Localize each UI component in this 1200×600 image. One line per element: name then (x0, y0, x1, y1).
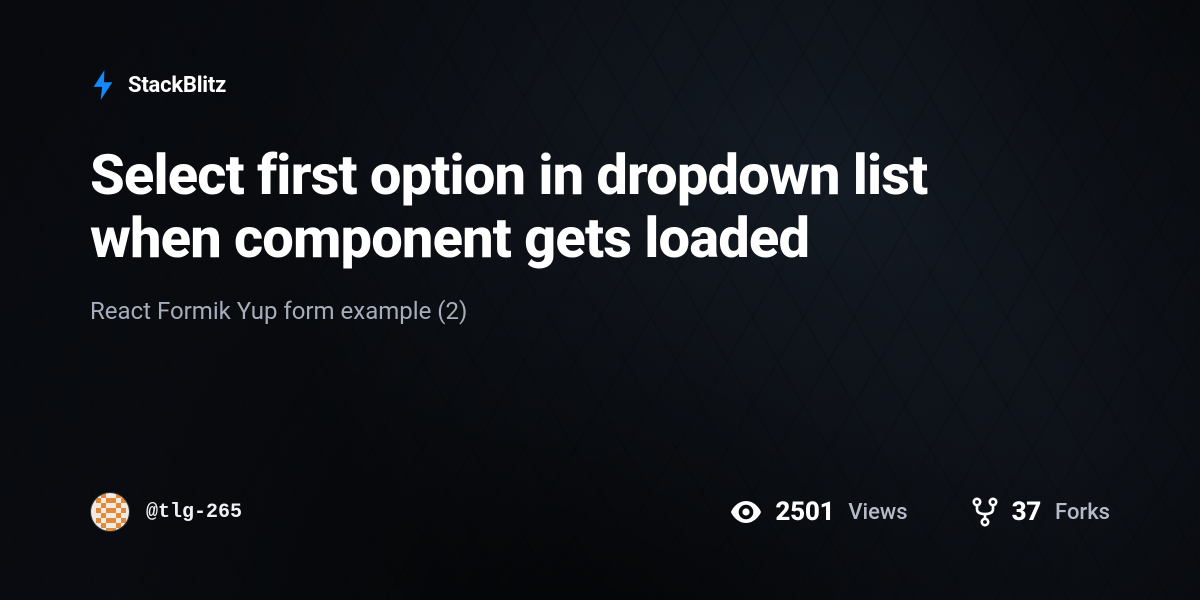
og-card: StackBlitz Select first option in dropdo… (0, 0, 1200, 600)
views-count: 2501 (775, 497, 834, 527)
project-subtitle: React Formik Yup form example (2) (90, 297, 1110, 325)
bolt-icon (90, 70, 116, 100)
stats-group: 2501 Views 37 Forks (731, 497, 1110, 527)
eye-icon (731, 501, 761, 523)
forks-stat: 37 Forks (972, 497, 1110, 527)
author-block: @tlg-265 (90, 492, 242, 532)
avatar (90, 492, 130, 532)
forks-count: 37 (1012, 497, 1041, 527)
brand-lockup: StackBlitz (90, 70, 1110, 100)
card-footer: @tlg-265 2501 Views (90, 492, 1110, 532)
views-stat: 2501 Views (731, 497, 907, 527)
project-title: Select first option in dropdown list whe… (90, 144, 1070, 269)
author-handle: @tlg-265 (146, 501, 242, 524)
brand-name: StackBlitz (128, 73, 226, 98)
fork-icon (972, 497, 998, 527)
views-label: Views (848, 500, 907, 525)
forks-label: Forks (1055, 500, 1110, 525)
